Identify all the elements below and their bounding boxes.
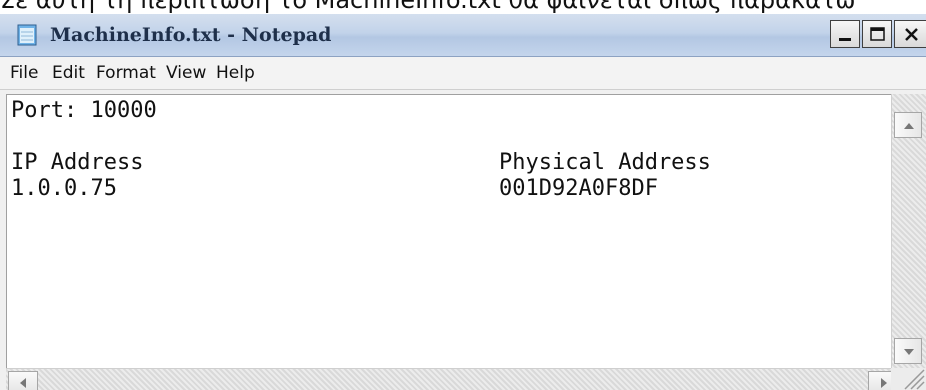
arrow-down-icon	[904, 349, 914, 355]
resize-grip-icon	[904, 369, 925, 390]
menu-view[interactable]: View	[166, 57, 206, 89]
scroll-up-button[interactable]	[894, 112, 922, 138]
port-line: Port: 10000	[11, 98, 157, 123]
close-button[interactable]	[894, 20, 926, 48]
minimize-icon	[839, 38, 851, 41]
minimize-button[interactable]	[830, 20, 860, 48]
menu-bar: File Edit Format View Help	[0, 57, 926, 90]
text-area[interactable]: Port: 10000 IP Address Physical Address …	[6, 94, 926, 390]
ip-address-header: IP Address	[11, 150, 144, 175]
maximize-icon	[870, 27, 885, 41]
notepad-window: MachineInfo.txt - Notepad File Edit Form…	[0, 14, 926, 390]
ip-address-value: 1.0.0.75	[11, 176, 117, 201]
horizontal-scrollbar[interactable]	[6, 368, 898, 390]
menu-format[interactable]: Format	[96, 57, 156, 89]
close-icon	[905, 28, 918, 41]
caption-text: Σε αυτή τη περίπτωση το MachineInfo.txt …	[0, 0, 856, 14]
vertical-scrollbar[interactable]	[891, 94, 926, 368]
arrow-up-icon	[904, 123, 914, 129]
physical-address-header: Physical Address	[499, 150, 711, 175]
menu-help[interactable]: Help	[216, 57, 255, 89]
notepad-icon[interactable]	[16, 23, 38, 47]
scroll-left-button[interactable]	[8, 371, 38, 390]
physical-address-value: 001D92A0F8DF	[499, 176, 658, 201]
menu-edit[interactable]: Edit	[52, 57, 85, 89]
scroll-down-button[interactable]	[894, 338, 922, 364]
title-bar[interactable]: MachineInfo.txt - Notepad	[0, 14, 926, 57]
arrow-left-icon	[20, 378, 26, 388]
window-title: MachineInfo.txt - Notepad	[50, 24, 332, 46]
maximize-button[interactable]	[862, 20, 892, 48]
menu-file[interactable]: File	[10, 57, 38, 89]
resize-grip[interactable]	[891, 368, 926, 390]
